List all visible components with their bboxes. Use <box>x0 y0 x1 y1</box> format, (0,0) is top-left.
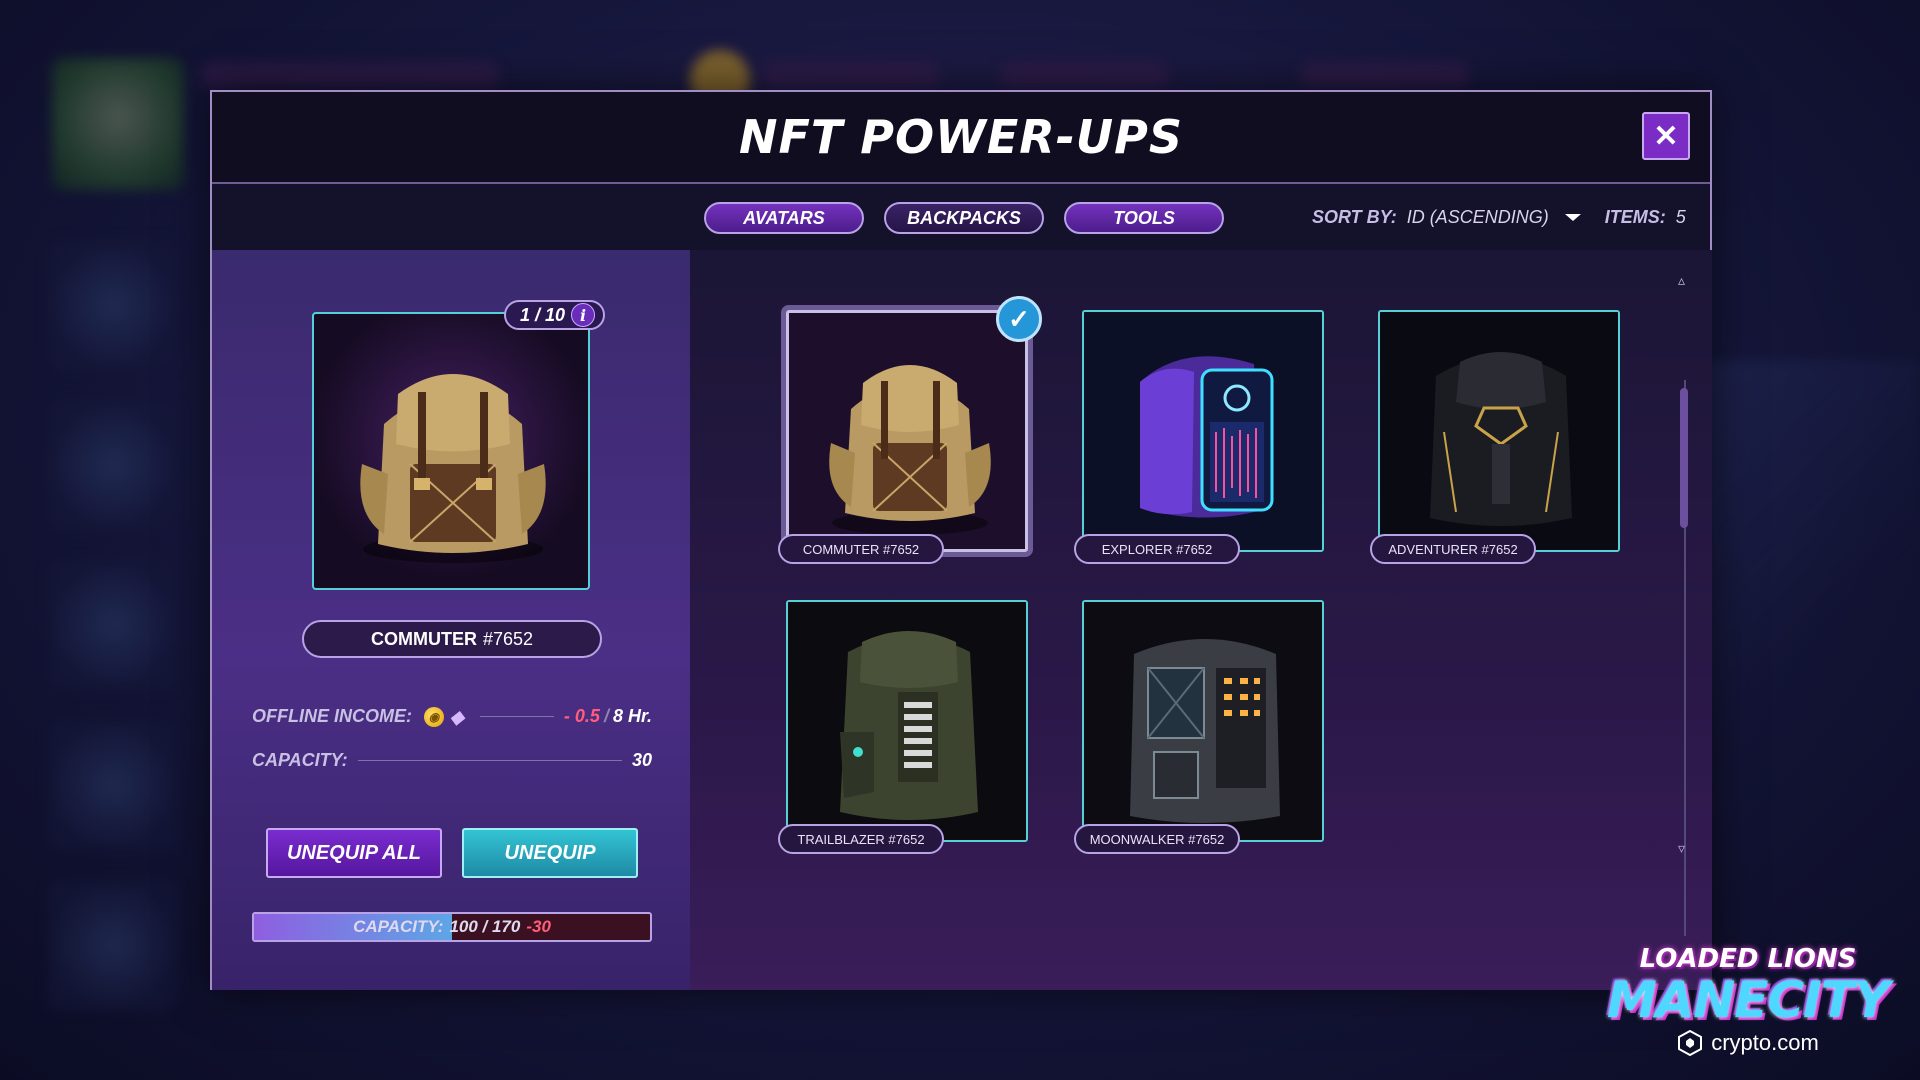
capacity-bar-delta: -30 <box>526 917 551 936</box>
coin-icon: ◉ <box>424 706 444 727</box>
offline-income-value: - 0.5 <box>563 706 600 726</box>
partner-name: crypto.com <box>1711 1030 1819 1055</box>
sort-label: SORT BY: <box>1312 207 1397 227</box>
item-card-adventurer[interactable] <box>1378 310 1620 552</box>
background-avatar <box>52 58 184 190</box>
sort-control: SORT BY: ID (ASCENDING) ITEMS: 5 <box>1312 207 1686 228</box>
divider <box>480 716 554 717</box>
game-logo: LOADED LIONS MANECITY crypto.com <box>1590 944 1906 1056</box>
background-bar <box>1300 62 1470 88</box>
selected-item-title: COMMUTER <box>370 628 477 649</box>
capacity-value: 30 <box>631 750 652 770</box>
scroll-up-icon[interactable]: ▵ <box>1678 272 1685 289</box>
backpack-commuter-image <box>360 374 546 563</box>
background-bar <box>1000 62 1170 88</box>
tab-avatars[interactable]: AVATARS <box>704 202 864 234</box>
offline-income-unit: 8 Hr. <box>612 706 652 726</box>
item-label: COMMUTER #7652 <box>778 534 944 564</box>
selected-item-id: #7652 <box>482 628 534 649</box>
info-icon[interactable]: i <box>571 303 596 327</box>
modal-header: NFT POWER-UPS ✕ <box>212 92 1710 184</box>
item-card-commuter[interactable] <box>786 310 1028 552</box>
partner-logo: crypto.com <box>1590 1030 1906 1056</box>
items-label: ITEMS: <box>1604 207 1666 227</box>
background-side-item <box>48 400 178 530</box>
capacity-bar-label: CAPACITY: <box>353 917 444 936</box>
scrollbar-thumb[interactable] <box>1680 388 1688 528</box>
item-label: EXPLORER #7652 <box>1074 534 1240 564</box>
item-card-trailblazer[interactable] <box>786 600 1028 842</box>
item-label: MOONWALKER #7652 <box>1074 824 1240 854</box>
nft-powerups-modal: NFT POWER-UPS ✕ AVATARS BACKPACKS TOOLS … <box>210 90 1712 990</box>
gem-icon: ◆ <box>450 706 464 727</box>
background-side-item <box>48 560 178 690</box>
owned-count: 1 / 10 <box>520 304 566 325</box>
sort-dropdown-value[interactable]: ID (ASCENDING) <box>1407 207 1549 228</box>
selected-item-panel: 1 / 10 i COMMUTER #7652 OFFLINE INCOME: … <box>212 250 690 990</box>
backpack-adventurer-image <box>1380 312 1618 550</box>
unequip-button[interactable]: UNEQUIP <box>462 828 638 878</box>
item-card-moonwalker[interactable] <box>1082 600 1324 842</box>
background-bar <box>760 62 940 88</box>
divider <box>357 760 622 761</box>
item-card-explorer[interactable] <box>1082 310 1324 552</box>
close-icon: ✕ <box>1653 119 1679 153</box>
capacity-row: CAPACITY: 30 <box>252 750 652 771</box>
close-button[interactable]: ✕ <box>1642 112 1690 160</box>
tab-tools[interactable]: TOOLS <box>1064 202 1224 234</box>
background-bar <box>200 62 500 88</box>
scroll-down-icon[interactable]: ▿ <box>1678 840 1685 857</box>
unequip-all-button[interactable]: UNEQUIP ALL <box>266 828 442 878</box>
selected-item-name: COMMUTER #7652 <box>302 620 602 658</box>
capacity-bar-text: CAPACITY: 100 / 170 -30 <box>254 914 650 940</box>
background-side-item <box>48 880 178 1010</box>
background-side-item <box>48 720 178 850</box>
modal-title: NFT POWER-UPS <box>738 110 1183 164</box>
check-icon: ✓ <box>996 296 1042 342</box>
item-label: ADVENTURER #7652 <box>1370 534 1536 564</box>
items-count: 5 <box>1675 207 1686 227</box>
logo-main-text: MANECITY <box>1606 971 1890 1029</box>
offline-income-separator: / <box>603 706 609 726</box>
capacity-bar-value: 100 / 170 <box>449 917 521 936</box>
crypto-com-icon <box>1678 1030 1703 1056</box>
owned-count-badge: 1 / 10 i <box>504 300 606 330</box>
chevron-down-icon[interactable] <box>1564 214 1581 221</box>
selected-item-preview <box>312 312 590 590</box>
backpack-moonwalker-image <box>1084 602 1322 840</box>
backpack-explorer-image <box>1084 312 1322 550</box>
tab-backpacks[interactable]: BACKPACKS <box>884 202 1044 234</box>
offline-income-label: OFFLINE INCOME: <box>252 706 412 726</box>
backpack-commuter-image <box>789 313 1025 549</box>
logo-top-text: LOADED LIONS <box>1639 944 1857 974</box>
capacity-label: CAPACITY: <box>252 750 348 770</box>
backpack-trailblazer-image <box>788 602 1026 840</box>
capacity-bar: CAPACITY: 100 / 170 -30 <box>252 912 652 942</box>
offline-income-row: OFFLINE INCOME: ◉ ◆ - 0.5 / 8 Hr. <box>252 706 652 727</box>
item-label: TRAILBLAZER #7652 <box>778 824 944 854</box>
background-side-item <box>48 240 178 370</box>
